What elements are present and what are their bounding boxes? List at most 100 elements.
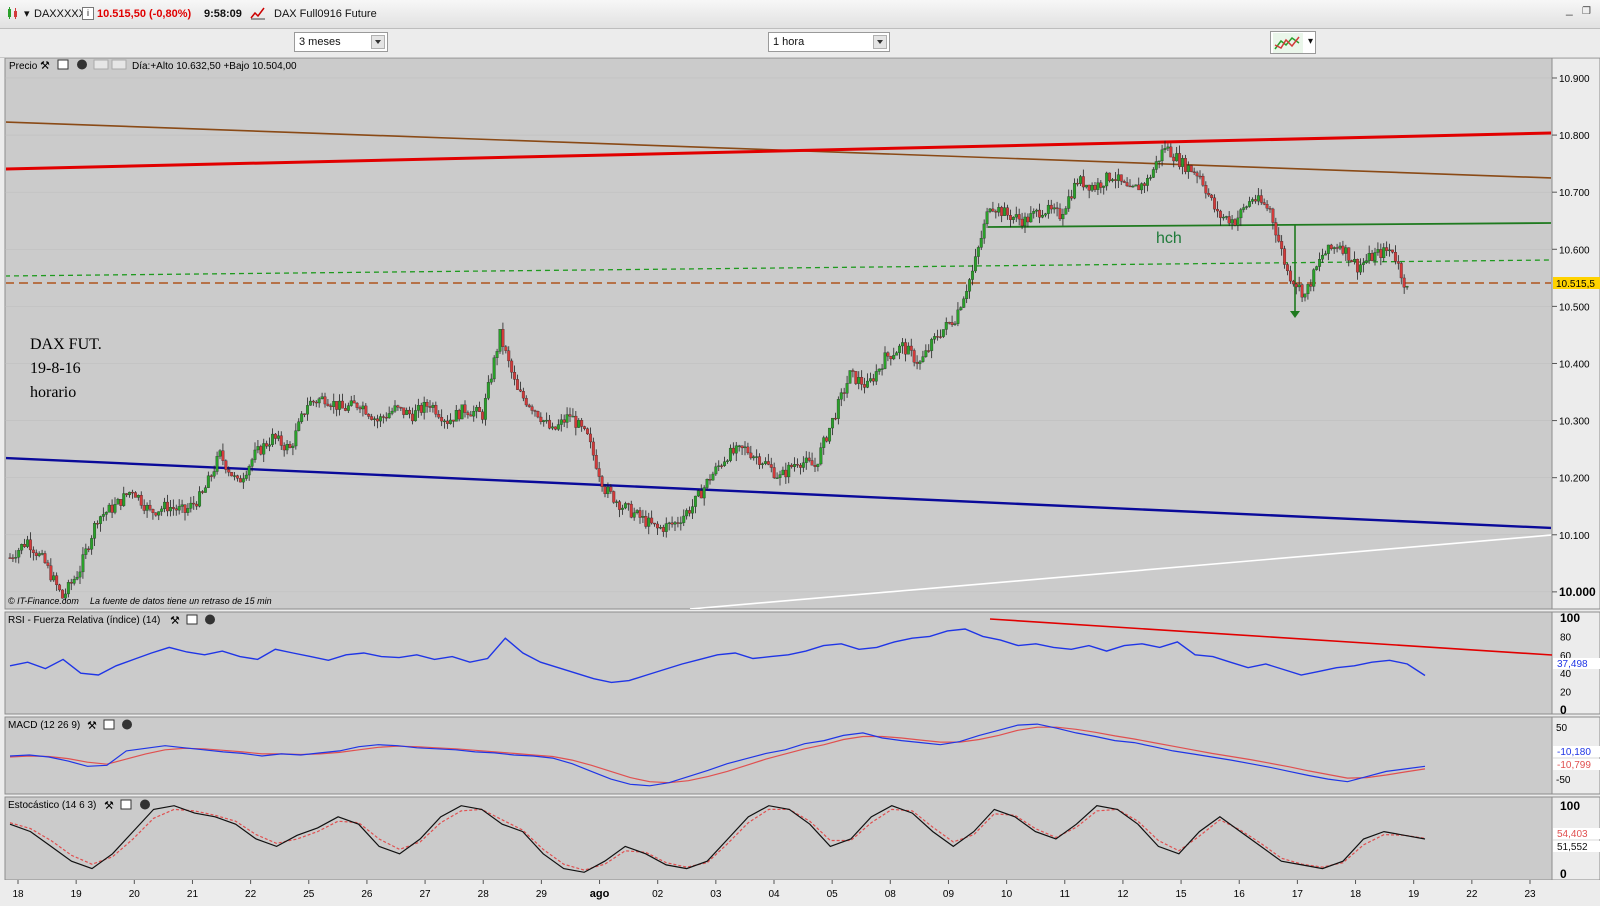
x-axis-label: 20 [129, 889, 141, 900]
candle-body [755, 456, 759, 458]
candle-body [833, 417, 837, 420]
price-axis-label: 10.200 [1559, 474, 1590, 485]
candle-body [376, 418, 379, 422]
rsi-panel[interactable] [4, 611, 1553, 715]
candle-body [1312, 269, 1316, 287]
candle-body [1321, 254, 1324, 260]
candle-body [621, 507, 624, 510]
candle-body [90, 538, 94, 550]
minimize-button[interactable]: _ [1566, 2, 1573, 16]
panel-down-icon[interactable] [111, 59, 127, 70]
candle-body [623, 503, 627, 509]
interval-select[interactable]: 1 hora [768, 32, 890, 52]
candle-body [676, 522, 680, 524]
candle-body [968, 279, 972, 292]
chevron-down-icon[interactable] [371, 35, 385, 49]
candle-body [346, 405, 350, 411]
candle-body [1026, 216, 1030, 223]
candle-body [527, 404, 531, 407]
close-icon[interactable] [205, 614, 215, 625]
restore-button[interactable]: ❐ [1582, 6, 1591, 17]
candle-body [656, 523, 659, 529]
symbol-label[interactable]: DAXXXXX [34, 8, 86, 20]
candle-body [1076, 182, 1079, 185]
candle-body [1402, 277, 1406, 288]
candle-body [411, 413, 414, 422]
candle-body [437, 414, 441, 418]
stoch-value-1: 54,403 [1557, 829, 1588, 840]
candle-body [78, 571, 82, 578]
candle-body [498, 329, 502, 352]
candle-body [209, 475, 213, 477]
candle-body [1353, 258, 1357, 263]
candle-body [215, 456, 219, 472]
candle-body [1020, 218, 1024, 227]
candle-body [486, 382, 490, 399]
candle-body [131, 491, 134, 494]
annotation-line-2: 19-8-16 [30, 360, 81, 377]
candle-body [927, 350, 931, 352]
price-panel[interactable] [4, 58, 1553, 610]
window-icon[interactable] [103, 719, 115, 730]
candle-body [994, 210, 998, 213]
wrench-icon[interactable]: ⚒ [104, 800, 114, 812]
panel-up-icon[interactable] [93, 59, 109, 70]
candle-body [775, 477, 779, 480]
candle-body [1391, 249, 1394, 253]
chevron-down-icon[interactable] [873, 35, 887, 49]
wrench-icon[interactable]: ⚒ [40, 60, 50, 72]
candle-body [1058, 208, 1062, 220]
chart-area[interactable]: Precio ⚒ Día:+Alto 10.632,50 +Bajo 10.50… [0, 58, 1600, 906]
candle-body [1283, 248, 1287, 265]
current-price-text: 10.515,5 [1556, 279, 1595, 290]
candle-body [1274, 222, 1278, 236]
candle-body [34, 552, 38, 556]
candle-body [425, 402, 429, 407]
candle-body [600, 476, 604, 487]
candle-body [1259, 195, 1263, 203]
candle-body [1111, 179, 1114, 182]
candle-body [1032, 211, 1036, 214]
candle-body [119, 499, 123, 506]
candle-body [17, 550, 21, 558]
rsi-axis-label: 80 [1560, 632, 1572, 643]
wrench-icon[interactable]: ⚒ [170, 615, 180, 627]
candle-body [58, 584, 62, 591]
candle-body [664, 523, 668, 532]
x-axis-label: 11 [1060, 889, 1071, 900]
candle-body [959, 307, 963, 311]
window-icon[interactable] [120, 799, 132, 810]
symbol-dropdown-icon[interactable]: ▾ [24, 7, 30, 20]
indicator-button[interactable]: ▾ [1270, 31, 1316, 54]
chart-type-icon[interactable] [6, 6, 20, 20]
candle-body [23, 544, 27, 547]
window-icon[interactable] [186, 614, 198, 625]
x-axis-label: ago [590, 888, 610, 900]
candle-body [516, 379, 519, 390]
candle-body [921, 356, 925, 362]
candle-body [559, 419, 563, 425]
close-icon[interactable] [122, 719, 132, 730]
wrench-icon[interactable]: ⚒ [87, 720, 97, 732]
close-icon[interactable] [77, 59, 87, 70]
candle-body [98, 516, 102, 524]
x-axis-label: 22 [245, 889, 257, 900]
chevron-down-icon[interactable]: ▾ [1308, 36, 1313, 47]
candle-body [679, 522, 683, 524]
close-icon[interactable] [140, 799, 150, 810]
candle-body [965, 291, 969, 300]
window-icon[interactable] [57, 59, 69, 70]
period-select[interactable]: 3 meses [294, 32, 388, 52]
candle-body [612, 491, 616, 503]
candle-body [933, 336, 937, 340]
candle-body [1195, 172, 1199, 177]
info-icon[interactable]: i [82, 7, 94, 20]
candle-body [682, 515, 686, 523]
indicator-chart-icon [1273, 33, 1303, 53]
candle-body [495, 351, 499, 358]
candle-body [1315, 266, 1319, 270]
candle-body [661, 527, 665, 532]
x-axis-label: 05 [827, 889, 839, 900]
candle-body [743, 446, 747, 449]
candle-body [822, 437, 826, 448]
